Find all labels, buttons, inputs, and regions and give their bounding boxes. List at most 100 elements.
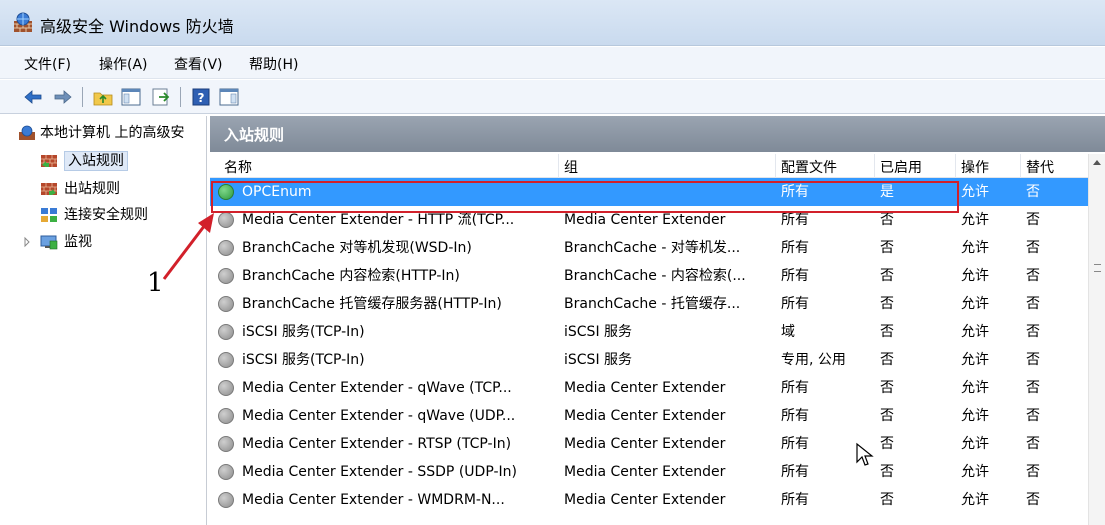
rule-group-cell: Media Center Extender <box>564 380 726 396</box>
rule-disabled-icon <box>218 212 234 228</box>
column-header-action[interactable]: 操作 <box>961 157 989 177</box>
rule-action-cell: 允许 <box>961 380 989 396</box>
rule-enabled-cell: 否 <box>880 352 894 368</box>
rule-name-cell: Media Center Extender - RTSP (TCP-In) <box>242 436 512 452</box>
rule-group-cell: BranchCache - 托管缓存... <box>564 296 741 312</box>
rule-enabled-cell: 否 <box>880 464 894 480</box>
rule-group-cell: Media Center Extender <box>564 436 726 452</box>
tree-item-label: 连接安全规则 <box>64 207 148 223</box>
scroll-grip-icon[interactable] <box>1094 264 1101 272</box>
rule-action-cell: 允许 <box>961 436 989 452</box>
tree-item-inbound-rules[interactable]: 入站规则 <box>0 150 207 172</box>
rule-override-cell: 否 <box>1026 380 1040 396</box>
rule-row[interactable]: BranchCache 托管缓存服务器(HTTP-In) BranchCache … <box>210 290 1088 318</box>
rule-override-cell: 否 <box>1026 184 1040 200</box>
rule-disabled-icon <box>218 492 234 508</box>
rule-disabled-icon <box>218 408 234 424</box>
monitor-icon <box>40 235 58 250</box>
menu-file[interactable]: 文件(F) <box>24 54 71 74</box>
column-header-name[interactable]: 名称 <box>224 157 252 177</box>
menu-action[interactable]: 操作(A) <box>99 54 148 74</box>
rule-name-cell: iSCSI 服务(TCP-In) <box>242 324 365 340</box>
menu-view[interactable]: 查看(V) <box>174 54 223 74</box>
column-header-group[interactable]: 组 <box>564 157 578 177</box>
rule-name-cell: Media Center Extender - SSDP (UDP-In) <box>242 464 517 480</box>
column-header-profile[interactable]: 配置文件 <box>781 157 837 177</box>
rule-disabled-icon <box>218 268 234 284</box>
menu-bar: 文件(F) 操作(A) 查看(V) 帮助(H) <box>0 47 1105 79</box>
rule-row[interactable]: iSCSI 服务(TCP-In) iSCSI 服务 专用, 公用 否 允许 否 <box>210 346 1088 374</box>
firewall-app-icon <box>14 12 32 32</box>
toolbar: ? <box>0 80 1105 114</box>
rule-profile-cell: 所有 <box>781 380 809 396</box>
rule-override-cell: 否 <box>1026 240 1040 256</box>
vertical-scrollbar[interactable] <box>1088 154 1105 525</box>
rule-row[interactable]: Media Center Extender - WMDRM-N... Media … <box>210 486 1088 514</box>
rule-disabled-icon <box>218 324 234 340</box>
rule-group-cell: iSCSI 服务 <box>564 352 633 368</box>
rule-override-cell: 否 <box>1026 464 1040 480</box>
rule-name-cell: Media Center Extender - qWave (TCP... <box>242 380 512 396</box>
column-divider[interactable] <box>1020 154 1021 178</box>
rule-action-cell: 允许 <box>961 352 989 368</box>
show-hide-action-pane-icon[interactable] <box>218 86 240 108</box>
rule-enabled-cell: 否 <box>880 240 894 256</box>
rule-row[interactable]: BranchCache 对等机发现(WSD-In) BranchCache - 对… <box>210 234 1088 262</box>
rule-action-cell: 允许 <box>961 464 989 480</box>
column-divider[interactable] <box>955 154 956 178</box>
expand-arrow-icon[interactable] <box>22 234 32 250</box>
rule-row[interactable]: Media Center Extender - SSDP (UDP-In) Med… <box>210 458 1088 486</box>
rule-enabled-cell: 否 <box>880 408 894 424</box>
menu-help[interactable]: 帮助(H) <box>249 54 298 74</box>
show-hide-console-tree-icon[interactable] <box>120 86 142 108</box>
rule-row[interactable]: BranchCache 内容检索(HTTP-In) BranchCache - 内… <box>210 262 1088 290</box>
column-divider[interactable] <box>874 154 875 178</box>
rule-name-cell: BranchCache 托管缓存服务器(HTTP-In) <box>242 296 502 312</box>
column-header-enabled[interactable]: 已启用 <box>880 157 922 177</box>
tree-item-label: 出站规则 <box>64 181 120 197</box>
column-header-override[interactable]: 替代 <box>1026 157 1054 177</box>
rule-name-cell: iSCSI 服务(TCP-In) <box>242 352 365 368</box>
rule-row[interactable]: Media Center Extender - RTSP (TCP-In) Med… <box>210 430 1088 458</box>
rule-action-cell: 允许 <box>961 492 989 508</box>
rule-override-cell: 否 <box>1026 324 1040 340</box>
rule-profile-cell: 所有 <box>781 408 809 424</box>
back-icon[interactable] <box>22 86 44 108</box>
scroll-up-arrow-icon[interactable] <box>1093 160 1101 165</box>
tree-item-outbound-rules[interactable]: 出站规则 <box>0 178 207 200</box>
rule-row[interactable]: iSCSI 服务(TCP-In) iSCSI 服务 域 否 允许 否 <box>210 318 1088 346</box>
rule-disabled-icon <box>218 464 234 480</box>
toolbar-separator <box>180 87 181 107</box>
rule-enabled-cell: 否 <box>880 380 894 396</box>
title-bar: 高级安全 Windows 防火墙 <box>0 0 1105 46</box>
rule-row[interactable]: Media Center Extender - qWave (UDP... Med… <box>210 402 1088 430</box>
rule-override-cell: 否 <box>1026 436 1040 452</box>
up-folder-icon[interactable] <box>92 86 114 108</box>
help-icon[interactable]: ? <box>190 86 212 108</box>
export-list-icon[interactable] <box>150 86 172 108</box>
rule-row[interactable]: Media Center Extender - qWave (TCP... Med… <box>210 374 1088 402</box>
rule-disabled-icon <box>218 240 234 256</box>
column-divider[interactable] <box>775 154 776 178</box>
mouse-cursor-icon <box>856 442 874 466</box>
forward-icon[interactable] <box>52 86 74 108</box>
rule-group-cell: BranchCache - 内容检索(... <box>564 268 746 284</box>
rule-enabled-cell: 否 <box>880 296 894 312</box>
rule-profile-cell: 域 <box>781 324 795 340</box>
rule-profile-cell: 所有 <box>781 296 809 312</box>
rule-disabled-icon <box>218 380 234 396</box>
rule-disabled-icon <box>218 352 234 368</box>
rule-name-cell: Media Center Extender - WMDRM-N... <box>242 492 505 508</box>
rule-override-cell: 否 <box>1026 352 1040 368</box>
rule-profile-cell: 所有 <box>781 268 809 284</box>
annotation-number: 1 <box>147 268 164 298</box>
rule-name-cell: BranchCache 内容检索(HTTP-In) <box>242 268 460 284</box>
column-divider[interactable] <box>558 154 559 178</box>
rule-action-cell: 允许 <box>961 184 989 200</box>
rule-name-cell: BranchCache 对等机发现(WSD-In) <box>242 240 472 256</box>
pane-title: 入站规则 <box>224 126 285 144</box>
rule-action-cell: 允许 <box>961 240 989 256</box>
tree-root[interactable]: 本地计算机 上的高级安 <box>0 122 207 144</box>
outbound-rules-icon <box>41 183 57 195</box>
rule-override-cell: 否 <box>1026 268 1040 284</box>
